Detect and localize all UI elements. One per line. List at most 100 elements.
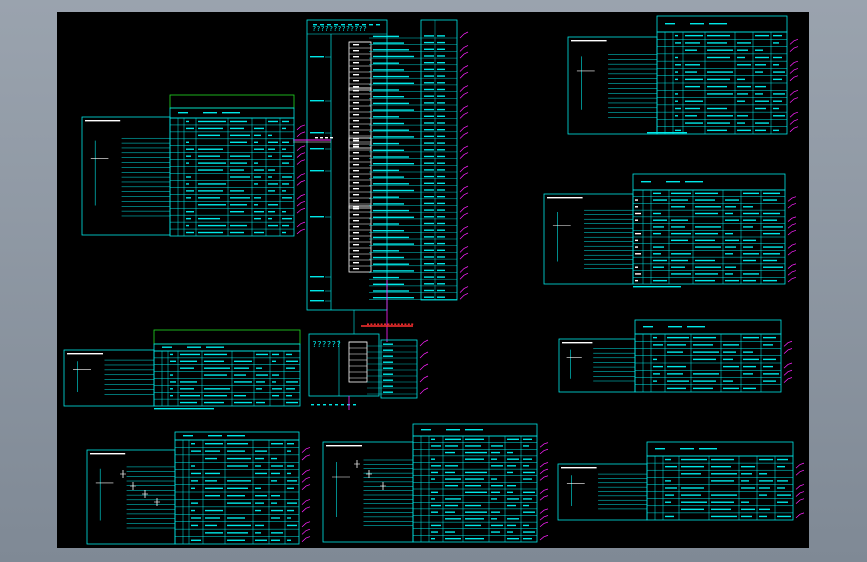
text-stroke (230, 162, 247, 164)
text-stroke (671, 253, 691, 255)
text-stroke (353, 68, 359, 70)
text-stroke (282, 190, 286, 192)
text-stroke (725, 206, 736, 208)
text-stroke (665, 465, 677, 468)
text-stroke (437, 88, 445, 91)
text-stroke (256, 374, 268, 376)
text-stroke (373, 236, 409, 239)
text-stroke (353, 152, 359, 154)
text-stroke (353, 102, 359, 104)
text-stroke (255, 524, 264, 527)
text-stroke (445, 518, 461, 520)
text-stroke (369, 24, 373, 26)
text-stroke (465, 478, 484, 480)
text-stroke (186, 197, 191, 199)
text-stroke (424, 75, 434, 77)
text-stroke (282, 231, 286, 234)
text-stroke (523, 504, 529, 507)
text-stroke (759, 515, 767, 518)
text-stroke (230, 120, 247, 123)
text-stroke (759, 487, 770, 489)
text-stroke (725, 266, 736, 268)
check-mark (787, 263, 797, 269)
text-stroke (353, 56, 359, 58)
text-stroke (424, 48, 434, 50)
text-stroke (424, 142, 434, 144)
text-stroke (90, 453, 126, 455)
text-stroke (437, 135, 445, 138)
text-stroke (737, 56, 745, 59)
text-stroke (353, 80, 359, 82)
check-mark (419, 351, 429, 359)
text-stroke (431, 438, 435, 441)
text-stroke (268, 134, 272, 137)
text-stroke (373, 297, 414, 299)
text-stroke (465, 445, 481, 447)
text-stroke (255, 502, 264, 504)
text-stroke (685, 71, 697, 73)
text-stroke (186, 176, 191, 178)
text-stroke (763, 259, 777, 262)
text-stroke (205, 450, 220, 452)
text-stroke (424, 95, 434, 97)
check-mark (296, 173, 306, 179)
text-stroke (763, 212, 780, 215)
text-stroke (741, 473, 752, 475)
check-mark (459, 292, 469, 300)
text-stroke (737, 100, 745, 102)
text-stroke (507, 498, 519, 500)
text-stroke (353, 226, 359, 228)
text-stroke (323, 404, 326, 406)
text-stroke (665, 494, 674, 496)
text-stroke (777, 458, 788, 461)
text-stroke (653, 253, 661, 255)
text-stroke (411, 323, 414, 325)
check-mark (459, 266, 469, 273)
panel-header (153, 343, 301, 352)
text-stroke (272, 374, 279, 376)
text-stroke (353, 244, 359, 246)
text-stroke (287, 443, 294, 445)
text-stroke (373, 35, 399, 38)
text-stroke (353, 50, 359, 52)
text-stroke (437, 142, 445, 144)
text-stroke (635, 246, 638, 248)
text-stroke (707, 115, 733, 117)
text-stroke (287, 509, 294, 512)
text-stroke (653, 226, 664, 228)
text-stroke (373, 89, 399, 91)
text-stroke (424, 269, 434, 272)
text-stroke (254, 204, 258, 206)
drawing-canvas[interactable]: ??????????????????? (57, 12, 809, 548)
text-stroke (353, 404, 356, 406)
text-stroke (707, 107, 727, 110)
text-stroke (180, 401, 197, 404)
text-stroke (445, 445, 458, 447)
text-stroke (272, 388, 282, 390)
text-stroke (741, 508, 755, 511)
text-stroke (282, 224, 289, 227)
text-stroke (431, 445, 441, 447)
text-stroke (707, 49, 733, 51)
check-mark (789, 119, 799, 125)
text-stroke (759, 473, 767, 475)
text-stroke (234, 367, 249, 369)
text-stroke (695, 232, 718, 235)
check-mark (459, 51, 469, 59)
text-stroke (777, 515, 791, 518)
text-stroke (373, 230, 404, 232)
text-stroke (230, 204, 247, 206)
text-stroke (353, 176, 359, 178)
text-stroke (437, 209, 445, 211)
text-stroke (162, 346, 172, 348)
text-stroke (186, 155, 191, 157)
text-stroke (268, 183, 278, 185)
text-stroke (353, 126, 359, 128)
text-stroke (523, 458, 532, 460)
check-mark (459, 132, 469, 139)
text-stroke (707, 56, 730, 59)
text-stroke (707, 78, 730, 81)
text-stroke (373, 149, 404, 151)
text-stroke (507, 491, 513, 494)
text-stroke (437, 242, 445, 245)
